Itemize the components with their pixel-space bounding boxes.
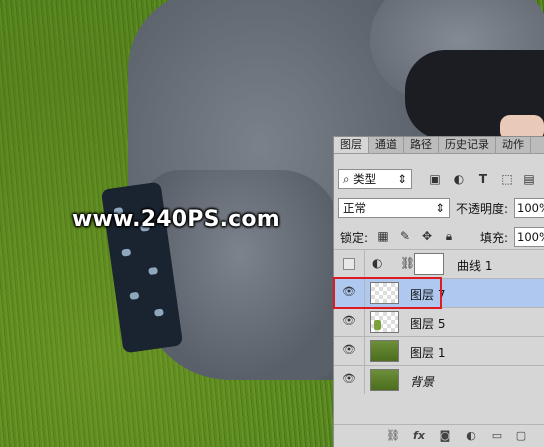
lock-label: 锁定: [340,231,369,245]
lock-position-icon[interactable]: ✥ [420,229,434,243]
layer-name: 曲线 1 [457,259,493,273]
type-filter-icon[interactable]: T [476,172,490,186]
layer-name: 背景 [410,375,435,389]
lock-brush-icon[interactable]: ✎ [398,229,412,243]
shape-filter-icon[interactable]: ⬚ [500,172,514,186]
layer-name: 图层 5 [410,317,446,331]
layer-row-layer1[interactable]: 👁︎ 图层 1 [334,336,544,365]
thumbnail-content [374,320,381,330]
panel-tabs: 图层 通道 路径 历史记录 动作 [334,137,544,154]
highlight-box [333,277,442,309]
link-layers-icon[interactable]: ⛓ [386,429,400,443]
layer-mask-thumbnail [414,253,444,275]
new-adjustment-icon[interactable]: ◐ [464,429,478,443]
visibility-checkbox[interactable] [343,258,355,270]
divider [364,337,365,365]
new-group-icon[interactable]: ▭ [490,429,504,443]
tab-channels[interactable]: 通道 [369,137,404,153]
eye-icon[interactable]: 👁︎ [342,344,356,355]
layer-thumbnail [370,311,399,333]
layer-thumbnail [370,340,399,362]
layer-row-background[interactable]: 👁︎ 背景 [334,365,544,394]
bag-pattern [153,308,164,317]
blend-mode-value: 正常 [343,201,366,215]
fill-input[interactable]: 100% [514,227,544,247]
fx-icon[interactable]: fx [412,429,426,443]
bag-pattern [121,248,132,257]
curves-adjustment-icon: ◐ [372,256,383,270]
search-icon: ⌕ [343,172,354,186]
tab-actions[interactable]: 动作 [496,137,531,153]
bag-pattern [148,266,159,276]
blend-mode-dropdown[interactable]: 正常 ⇕ [338,198,450,218]
filter-dropdown[interactable]: ⌕ 类型 ⇕ [338,169,412,189]
lock-transparent-icon[interactable]: ▦ [376,229,390,243]
opacity-input[interactable]: 100% [514,198,544,218]
filter-label: 类型 [353,172,377,186]
chevron-updown-icon: ⇕ [397,172,407,186]
chevron-updown-icon: ⇕ [435,201,445,215]
layer-row-layer5[interactable]: 👁︎ 图层 5 [334,307,544,336]
adjustment-filter-icon[interactable]: ◐ [452,172,466,186]
eye-icon[interactable]: 👁︎ [342,315,356,326]
divider [364,366,365,394]
new-layer-icon[interactable]: ▢ [514,429,528,443]
bag-pattern [129,291,140,300]
tab-paths[interactable]: 路径 [404,137,439,153]
pixel-filter-icon[interactable]: ▣ [428,172,442,186]
smart-object-filter-icon[interactable]: ▤ [522,172,536,186]
watermark: www.240PS.com [72,207,280,232]
eye-icon[interactable]: 👁︎ [342,373,356,384]
layer-name: 图层 1 [410,346,446,360]
opacity-label: 不透明度: [456,202,509,216]
layer-thumbnail [370,369,399,391]
divider [364,308,365,336]
layer-row-curves[interactable]: ◐ ⛓ 曲线 1 [334,249,544,278]
add-mask-icon[interactable]: ◙ [438,429,452,443]
panel-bottom-toolbar: ⛓ fx ◙ ◐ ▭ ▢ [334,424,544,447]
tab-history[interactable]: 历史记录 [439,137,496,153]
divider [364,250,365,278]
fill-label: 填充: [480,231,509,245]
tab-layers[interactable]: 图层 [334,137,369,153]
link-icon: ⛓ [400,256,416,270]
lock-all-icon[interactable]: 🔒︎ [442,229,456,243]
